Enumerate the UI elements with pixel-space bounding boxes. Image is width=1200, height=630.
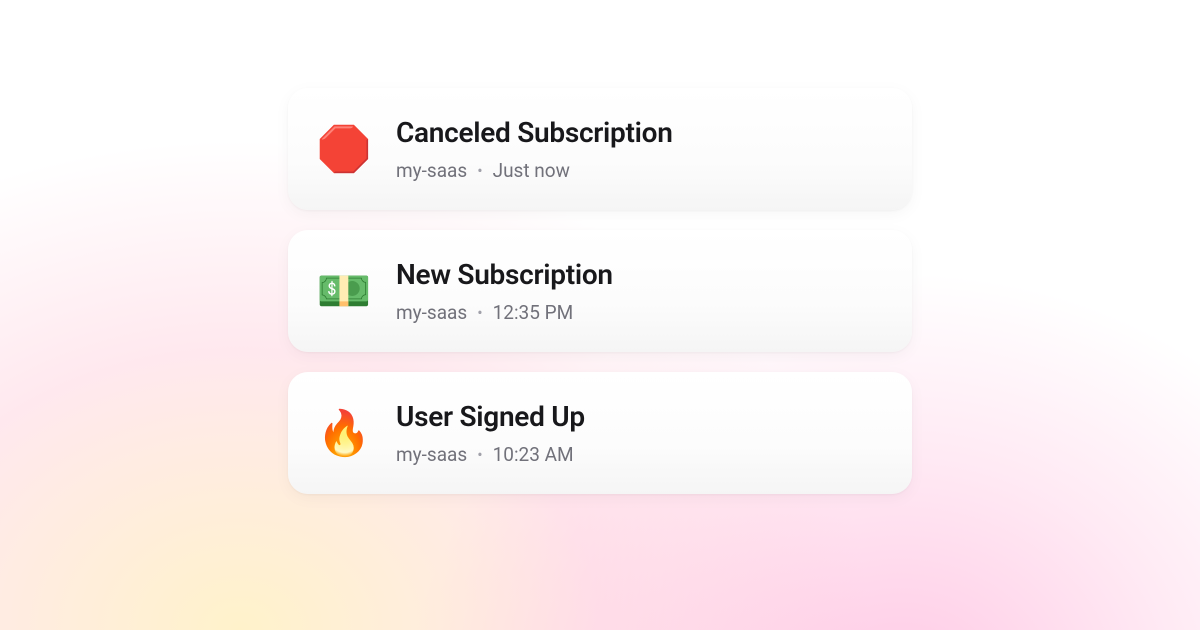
notification-meta: my-saas • 10:23 AM	[396, 443, 585, 466]
notification-title: New Subscription	[396, 258, 613, 291]
notification-time: 12:35 PM	[493, 301, 574, 324]
notification-card[interactable]: 🛑 Canceled Subscription my-saas • Just n…	[288, 88, 912, 210]
notification-title: Canceled Subscription	[396, 116, 673, 149]
notification-meta: my-saas • Just now	[396, 159, 673, 182]
notification-project: my-saas	[396, 443, 467, 466]
notification-card[interactable]: 🔥 User Signed Up my-saas • 10:23 AM	[288, 372, 912, 494]
notification-time: Just now	[493, 159, 570, 182]
notification-body: New Subscription my-saas • 12:35 PM	[396, 258, 613, 324]
notification-body: Canceled Subscription my-saas • Just now	[396, 116, 673, 182]
fire-icon: 🔥	[316, 405, 372, 461]
separator-dot: •	[477, 161, 482, 180]
notification-meta: my-saas • 12:35 PM	[396, 301, 613, 324]
stop-sign-icon: 🛑	[316, 121, 372, 177]
separator-dot: •	[477, 445, 482, 464]
notification-time: 10:23 AM	[493, 443, 574, 466]
notification-card[interactable]: 💵 New Subscription my-saas • 12:35 PM	[288, 230, 912, 352]
separator-dot: •	[477, 303, 482, 322]
notification-title: User Signed Up	[396, 400, 585, 433]
notification-body: User Signed Up my-saas • 10:23 AM	[396, 400, 585, 466]
notification-project: my-saas	[396, 301, 467, 324]
money-icon: 💵	[316, 263, 372, 319]
notification-stack: 🛑 Canceled Subscription my-saas • Just n…	[288, 88, 912, 494]
notification-project: my-saas	[396, 159, 467, 182]
